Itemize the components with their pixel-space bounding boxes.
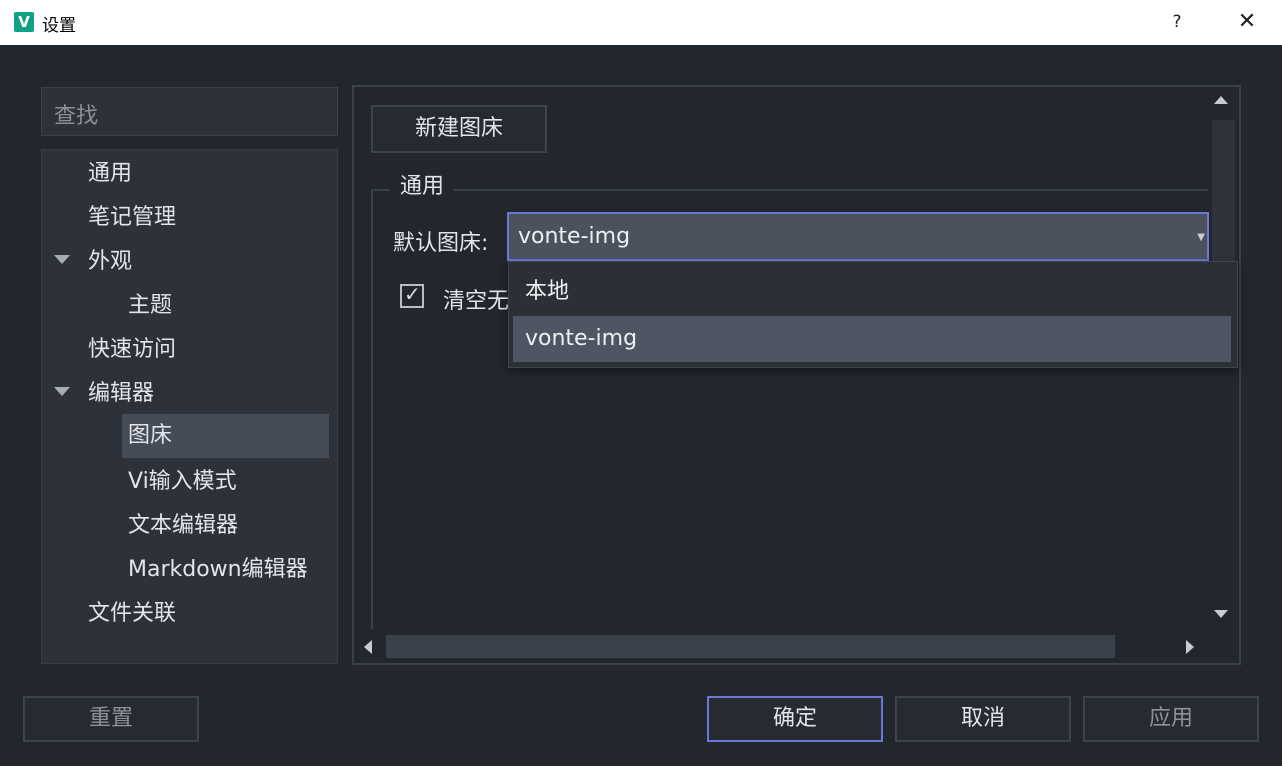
apply-button[interactable]: 应用 [1083,696,1259,742]
expand-arrow-icon[interactable] [54,255,70,264]
window-title: 设置 [42,16,76,36]
clear-unused-label: 清空无 [443,289,509,314]
close-button[interactable]: ✕ [1232,6,1262,38]
group-border [374,189,1208,191]
nav-item-notes[interactable]: 笔记管理 [88,196,176,240]
content-panel [352,85,1241,665]
group-title: 通用 [390,168,455,200]
dropdown-option-vonte-img[interactable]: vonte-img [513,316,1231,362]
scroll-down-arrow-icon[interactable] [1214,610,1228,618]
default-image-host-select[interactable]: vonte-img ▼ [507,212,1209,261]
image-host-dropdown: 本地 vonte-img [508,261,1238,368]
help-button[interactable]: ? [1166,8,1188,36]
nav-item-image-host[interactable]: 图床 [122,414,329,458]
default-image-host-label: 默认图床: [393,231,489,256]
nav-item-quick-access[interactable]: 快速访问 [88,328,176,372]
nav-item-vi-mode[interactable]: Vi输入模式 [128,460,237,504]
dropdown-option-local[interactable]: 本地 [513,269,1231,315]
group-border [371,189,373,629]
title-bar: V 设置 ? ✕ [0,0,1282,45]
app-logo-icon: V [14,12,34,32]
nav-item-file-association[interactable]: 文件关联 [88,592,176,636]
reset-button[interactable]: 重置 [23,696,199,742]
clear-unused-checkbox[interactable]: ✓ [400,282,424,308]
nav-item-markdown-editor[interactable]: Markdown编辑器 [128,548,308,592]
settings-nav-tree: 通用 笔记管理 外观 主题 快速访问 编辑器 图床 Vi输入模式 文本编辑器 M… [41,149,338,664]
cancel-button[interactable]: 取消 [895,696,1071,742]
chevron-down-icon: ▼ [1197,232,1205,243]
nav-item-editor[interactable]: 编辑器 [88,372,154,416]
nav-item-theme[interactable]: 主题 [128,284,172,328]
scroll-left-arrow-icon[interactable] [364,640,372,654]
scroll-right-arrow-icon[interactable] [1186,640,1194,654]
ok-button[interactable]: 确定 [707,696,883,742]
search-input[interactable]: 查找 [41,87,338,136]
nav-item-appearance[interactable]: 外观 [88,240,132,284]
checkmark-icon: ✓ [404,282,421,306]
nav-item-text-editor[interactable]: 文本编辑器 [128,504,238,548]
nav-item-general[interactable]: 通用 [88,152,132,196]
new-image-host-button[interactable]: 新建图床 [371,105,547,153]
scroll-up-arrow-icon[interactable] [1214,96,1228,104]
selected-value: vonte-img [518,224,631,249]
vertical-scrollbar-thumb[interactable] [1212,120,1235,265]
expand-arrow-icon[interactable] [54,387,70,396]
horizontal-scrollbar-thumb[interactable] [386,635,1115,658]
